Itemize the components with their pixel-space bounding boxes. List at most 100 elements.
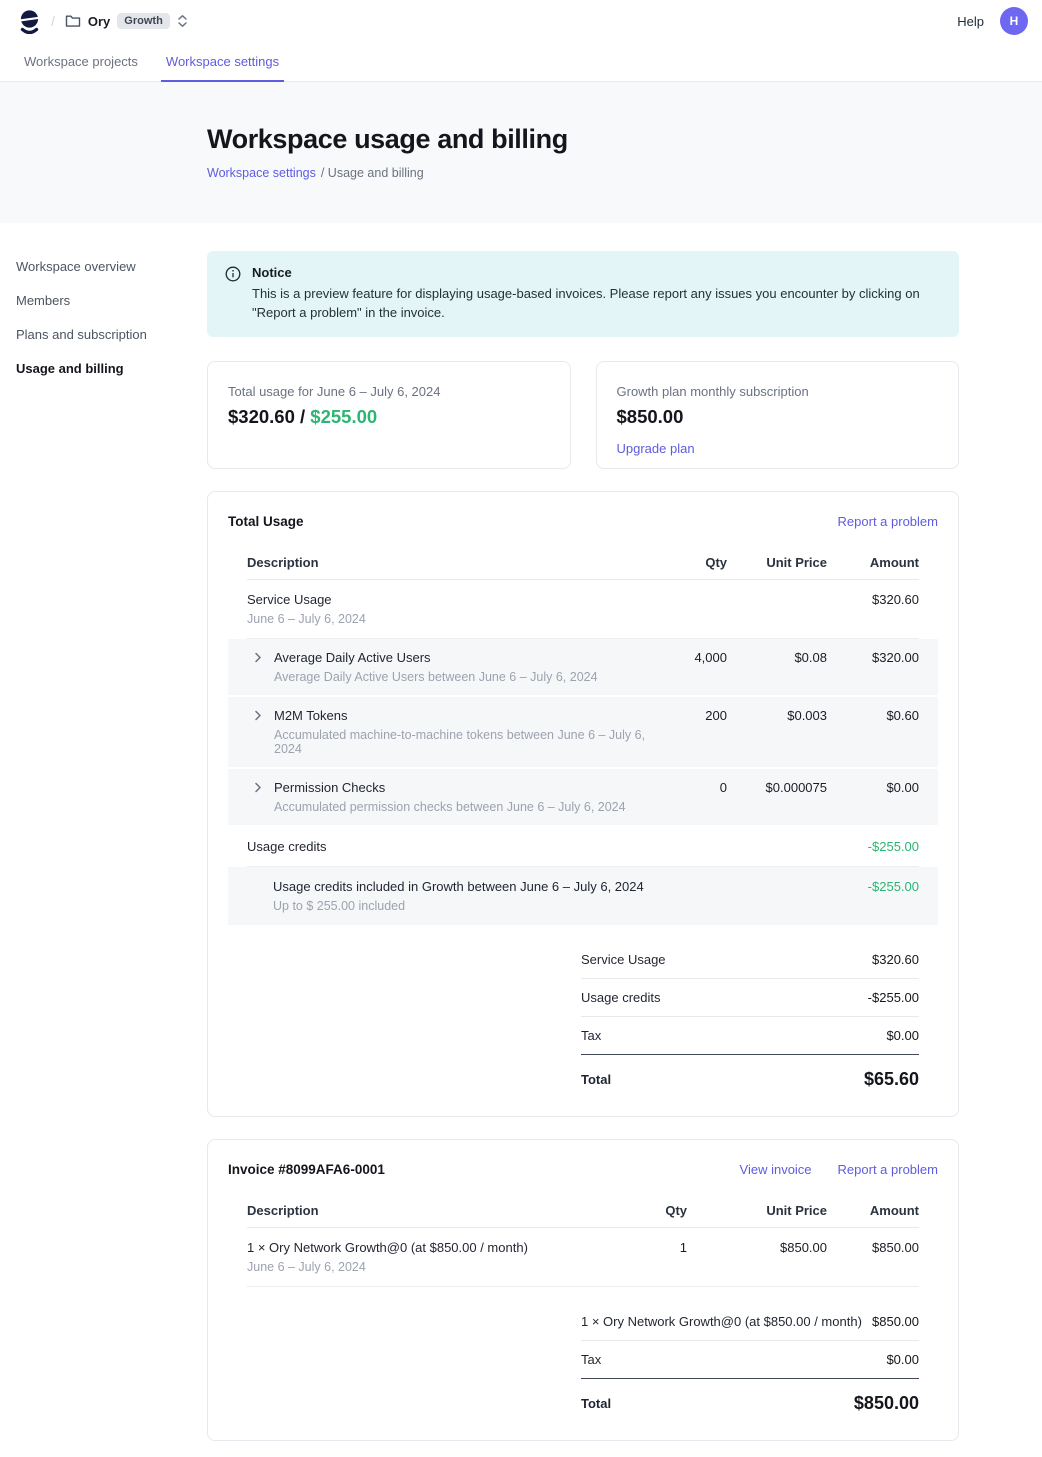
- sidebar-item-members[interactable]: Members: [16, 287, 207, 314]
- chevron-right-icon: [254, 710, 266, 721]
- workspace-switcher[interactable]: Ory Growth: [65, 13, 188, 29]
- tab-workspace-settings[interactable]: Workspace settings: [161, 42, 284, 82]
- row-subtitle: June 6 – July 6, 2024: [247, 1260, 627, 1274]
- usage-row-permission-checks[interactable]: Permission Checks Accumulated permission…: [228, 769, 938, 825]
- chevron-up-down-icon: [177, 14, 188, 28]
- invoice-title: Invoice #8099AFA6-0001: [228, 1162, 385, 1177]
- view-invoice-link[interactable]: View invoice: [740, 1162, 812, 1177]
- summary-label: Tax: [581, 1028, 601, 1043]
- total-value: $850.00: [854, 1393, 919, 1414]
- row-title: M2M Tokens: [274, 708, 647, 723]
- notice-banner: Notice This is a preview feature for dis…: [207, 251, 959, 337]
- sidebar-item-usage-and-billing[interactable]: Usage and billing: [16, 355, 207, 382]
- row-unit-price: $0.000075: [727, 780, 827, 795]
- row-amount: $850.00: [827, 1240, 919, 1255]
- usage-row-service-usage: Service Usage June 6 – July 6, 2024 $320…: [247, 580, 919, 639]
- row-amount: $0.60: [827, 708, 919, 723]
- column-unit-price: Unit Price: [687, 1203, 827, 1218]
- row-title: Average Daily Active Users: [274, 650, 647, 665]
- usage-row-m2m-tokens[interactable]: M2M Tokens Accumulated machine-to-machin…: [228, 697, 938, 767]
- summary-label: Usage credits: [581, 990, 660, 1005]
- column-amount: Amount: [827, 1203, 919, 1218]
- sidebar-item-workspace-overview[interactable]: Workspace overview: [16, 253, 207, 280]
- usage-period-label: Total usage for June 6 – July 6, 2024: [228, 384, 550, 399]
- help-link[interactable]: Help: [957, 14, 984, 29]
- top-bar: / Ory Growth Help H: [0, 0, 1042, 42]
- invoice-summary-row-tax: Tax $0.00: [581, 1341, 919, 1379]
- invoice-card: Invoice #8099AFA6-0001 View invoice Repo…: [207, 1139, 959, 1441]
- breadcrumb-workspace-settings-link[interactable]: Workspace settings: [207, 166, 316, 180]
- invoice-summary-total-row: Total $850.00: [581, 1379, 919, 1414]
- column-qty: Qty: [627, 1203, 687, 1218]
- subscription-summary-card: Growth plan monthly subscription $850.00…: [596, 361, 960, 469]
- chevron-right-icon: [254, 652, 266, 663]
- row-title: Permission Checks: [274, 780, 647, 795]
- summary-row-service-usage: Service Usage $320.60: [581, 941, 919, 979]
- folder-icon: [65, 14, 81, 28]
- row-amount: $0.00: [827, 780, 919, 795]
- row-qty: 200: [647, 708, 727, 723]
- report-problem-link[interactable]: Report a problem: [838, 514, 938, 529]
- row-amount: $320.00: [827, 650, 919, 665]
- invoice-summary-row-plan: 1 × Ory Network Growth@0 (at $850.00 / m…: [581, 1303, 919, 1341]
- summary-total-row: Total $65.60: [581, 1055, 919, 1090]
- sidebar-item-plans-and-subscription[interactable]: Plans and subscription: [16, 321, 207, 348]
- column-unit-price: Unit Price: [727, 555, 827, 570]
- total-label: Total: [581, 1396, 611, 1411]
- summary-label: Service Usage: [581, 952, 666, 967]
- tab-bar: Workspace projects Workspace settings: [0, 42, 1042, 82]
- row-subtitle: June 6 – July 6, 2024: [247, 612, 647, 626]
- upgrade-plan-link[interactable]: Upgrade plan: [617, 441, 695, 456]
- row-qty: 4,000: [647, 650, 727, 665]
- row-title: 1 × Ory Network Growth@0 (at $850.00 / m…: [247, 1240, 627, 1255]
- subscription-amount: $850.00: [617, 406, 939, 428]
- settings-sidebar: Workspace overview Members Plans and sub…: [16, 223, 207, 1457]
- plan-badge: Growth: [117, 13, 170, 29]
- total-usage-summary-card: Total usage for June 6 – July 6, 2024 $3…: [207, 361, 571, 469]
- summary-value: $320.60: [872, 952, 919, 967]
- row-title: Service Usage: [247, 592, 647, 607]
- summary-row-usage-credits: Usage credits -$255.00: [581, 979, 919, 1017]
- column-qty: Qty: [647, 555, 727, 570]
- usage-used-amount: $320.60: [228, 406, 295, 427]
- row-amount: -$255.00: [827, 839, 919, 854]
- invoice-summary: 1 × Ory Network Growth@0 (at $850.00 / m…: [581, 1303, 919, 1414]
- row-unit-price: $0.003: [727, 708, 827, 723]
- summary-cards-row: Total usage for June 6 – July 6, 2024 $3…: [207, 361, 959, 469]
- usage-row-usage-credits: Usage credits -$255.00: [247, 827, 919, 867]
- ory-logo[interactable]: [18, 9, 41, 34]
- invoice-row-growth-plan: 1 × Ory Network Growth@0 (at $850.00 / m…: [247, 1228, 919, 1287]
- avatar[interactable]: H: [1000, 7, 1028, 35]
- usage-table-header: Description Qty Unit Price Amount: [247, 547, 919, 580]
- summary-row-tax: Tax $0.00: [581, 1017, 919, 1055]
- summary-value: $850.00: [872, 1314, 919, 1329]
- column-description: Description: [247, 555, 647, 570]
- summary-label: Tax: [581, 1352, 601, 1367]
- total-usage-title: Total Usage: [228, 514, 304, 529]
- row-subtitle: Accumulated permission checks between Ju…: [274, 800, 647, 814]
- tab-workspace-projects[interactable]: Workspace projects: [19, 42, 143, 82]
- row-qty: 1: [627, 1240, 687, 1255]
- breadcrumb-separator: /: [51, 13, 55, 29]
- summary-value: -$255.00: [868, 990, 919, 1005]
- total-value: $65.60: [864, 1069, 919, 1090]
- row-subtitle: Up to $ 255.00 included: [273, 899, 647, 913]
- main-content: Notice This is a preview feature for dis…: [207, 223, 959, 1457]
- usage-row-average-daily-active-users[interactable]: Average Daily Active Users Average Daily…: [228, 639, 938, 695]
- total-label: Total: [581, 1072, 611, 1087]
- info-icon: [225, 266, 241, 282]
- usage-amount: $320.60 / $255.00: [228, 406, 550, 428]
- summary-value: $0.00: [886, 1028, 919, 1043]
- invoice-table: Description Qty Unit Price Amount 1 × Or…: [228, 1195, 938, 1414]
- row-title: Usage credits: [247, 839, 647, 854]
- row-qty: 0: [647, 780, 727, 795]
- workspace-name: Ory: [88, 14, 110, 29]
- report-problem-link[interactable]: Report a problem: [838, 1162, 938, 1177]
- row-amount: $320.60: [827, 592, 919, 607]
- invoice-table-header: Description Qty Unit Price Amount: [247, 1195, 919, 1228]
- row-amount: -$255.00: [827, 879, 919, 894]
- row-subtitle: Accumulated machine-to-machine tokens be…: [274, 728, 647, 756]
- ory-logo-icon: [18, 9, 41, 34]
- summary-value: $0.00: [886, 1352, 919, 1367]
- summary-label: 1 × Ory Network Growth@0 (at $850.00 / m…: [581, 1314, 862, 1329]
